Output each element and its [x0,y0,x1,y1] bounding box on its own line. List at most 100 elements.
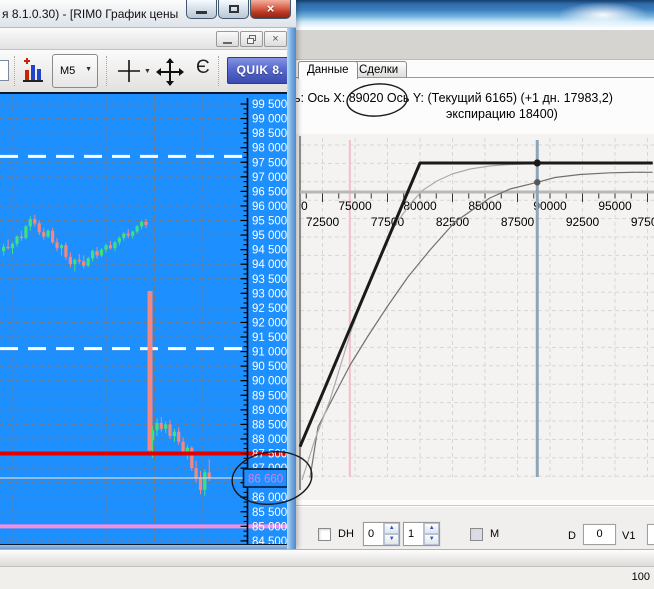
horizontal-scrollbar[interactable] [0,549,654,567]
price-axis-label: 94 000 [252,259,287,271]
candle-body [181,441,185,453]
candle-body [37,223,41,233]
price-axis-label: 89 500 [252,390,287,402]
candle-body [24,226,28,238]
quik-logo: QUIK 8. [227,57,293,84]
price-axis-label: 90 000 [252,376,287,388]
candle-body [113,242,117,249]
price-axis-label: 87 500 [252,449,287,461]
candle-body [140,221,144,227]
price-axis-label: 93 500 [252,274,287,286]
window-title-bar[interactable]: я 8.1.0.30) - [RIM0 График цены и... × [0,0,296,28]
toolbar-separator [106,56,107,86]
candlestick-chart[interactable]: 99 500 99 000 98 500 98 000 97 500 97 000 96 5… [0,94,290,544]
mdi-minimize-button[interactable] [216,31,239,47]
maximize-button[interactable] [218,0,249,19]
x-axis-label: 72500 [306,215,340,229]
minimize-icon [196,11,207,14]
status-zoom-value: 100 [631,571,650,583]
price-axis-label: 86 000 [252,492,287,504]
spinner-2[interactable]: 1 ▲ ▼ [403,522,440,546]
x-axis-label: 77500 [371,215,405,229]
axis-info-line1: ь: Ось X: 89020 Ось Y: (Текущий 6165) (+… [294,91,613,105]
candle-body [99,249,104,256]
price-axis-label: 85 000 [252,521,287,533]
ellipse-tool-icon[interactable]: Є [196,57,210,79]
v1-field[interactable] [647,524,654,545]
price-axis-label: 92 000 [252,317,287,329]
price-axis-label: 89 000 [252,405,287,417]
candle-body [73,259,77,265]
x-axis-label: 95000 [598,199,632,213]
spinner-1[interactable]: 0 ▲ ▼ [363,522,400,546]
window-title: я 8.1.0.30) - [RIM0 График цены и... [2,7,182,21]
mdi-restore-button[interactable] [240,31,263,47]
tab-sdelki[interactable]: Сделки [350,61,408,78]
v1-label: V1 [622,530,636,542]
x-axis-label: 75000 [338,199,372,213]
mdi-minimize-icon [223,42,232,44]
toolbar-edit-partial[interactable] [0,60,9,81]
quik-chart-window: я 8.1.0.30) - [RIM0 График цены и... × × [0,0,296,549]
candle-body [190,447,194,469]
spinner-1-up-icon[interactable]: ▲ [384,523,399,534]
chart-type-icon[interactable] [22,58,46,84]
crosshair-dropdown-icon[interactable]: ▼ [144,68,151,75]
dh-label: DH [338,528,354,540]
price-axis-label: 95 500 [252,216,287,228]
candle-body [126,233,130,236]
price-axis-label: 92 500 [252,303,287,315]
price-axis-label: 96 000 [252,201,287,213]
candle-body [2,246,6,252]
chevron-down-icon: ▼ [85,66,92,73]
candle-body [28,219,32,227]
pan-move-icon[interactable] [156,58,184,86]
crosshair-icon[interactable] [116,58,142,84]
interval-combo[interactable]: M5 ▼ [52,54,98,88]
panel-toolbar-band [288,30,654,60]
spinner-1-down-icon[interactable]: ▼ [384,534,399,545]
aero-glow [558,2,648,28]
tab-dannye[interactable]: Данные [298,61,358,79]
spinner-2-up-icon[interactable]: ▲ [424,523,439,534]
close-button[interactable]: × [250,0,291,19]
spinner-2-value: 1 [408,528,415,540]
mdi-close-button[interactable]: × [264,31,287,47]
candle-body [151,430,155,441]
minimize-button[interactable] [186,0,217,19]
interval-value: M5 [60,65,76,77]
payoff-series-current [309,171,653,479]
payoff-chart[interactable]: 0 75000 80000 85000 90000 9500072500 77500 8250… [296,132,654,500]
chart-toolbar: M5 ▼ ▼ Є QUIK 8. [0,50,296,92]
candle-body [194,468,198,479]
candle-body [147,290,153,451]
candle-body [95,251,99,256]
candle-body [91,251,95,259]
price-axis-label: 84 500 [252,536,287,544]
candle-body [10,243,15,249]
price-axis-label: 99 500 [252,99,287,111]
candle-body [86,258,90,266]
price-chart-area[interactable]: 99 500 99 000 98 500 98 000 97 500 97 000 96 5… [0,92,290,545]
candle-body [198,478,203,490]
mdi-close-icon: × [272,33,279,45]
price-axis-label: 94 500 [252,245,287,257]
price-axis-label: 99 000 [252,114,287,126]
candle-body [19,236,23,238]
candle-body [104,245,108,250]
candle-body [46,230,50,237]
candle-body [55,242,59,249]
window-right-border [287,28,296,549]
candle-body [33,219,37,224]
price-axis-label: 98 500 [252,128,287,140]
candle-body [42,232,46,237]
dh-checkbox[interactable] [318,528,331,541]
d-field[interactable]: 0 [583,524,616,545]
close-icon: × [266,1,275,16]
spinner-2-down-icon[interactable]: ▼ [424,534,439,545]
spinner-1-value: 0 [368,528,375,540]
m-label: M [490,528,500,540]
candle-body [68,256,72,265]
candle-body [51,230,55,243]
m-checkbox[interactable] [470,528,483,541]
